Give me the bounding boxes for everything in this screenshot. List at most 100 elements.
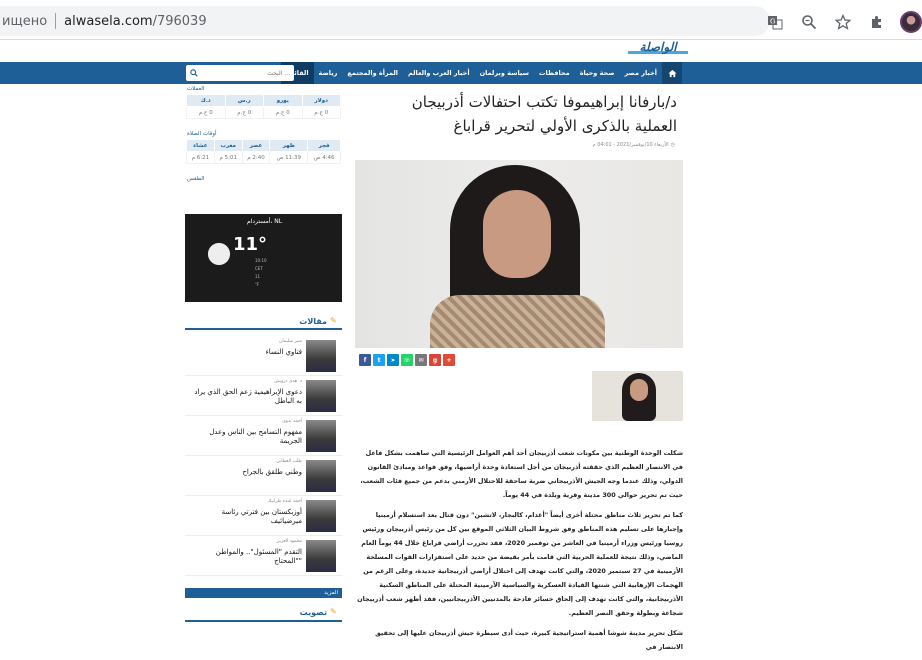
article-paragraph: كما تم تحرير ثلاث مناطق محتلة أخرى أيضاً… (357, 511, 683, 617)
home-icon[interactable] (662, 62, 682, 84)
list-item[interactable]: د. هدى درويش دعوى الإبراهيمية زعم الحق ا… (185, 376, 342, 416)
list-item[interactable]: منير سليمان فتاوي النساء (185, 336, 342, 376)
currency-title: العملات (187, 86, 205, 92)
telegram-icon[interactable]: ➤ (387, 354, 399, 366)
articles-header: مقالات ✎ (185, 314, 342, 330)
nav-items: أخبار مصر صحة وحياة محافظات سياسة وبرلما… (281, 62, 682, 84)
nav-politics[interactable]: سياسة وبرلمان (475, 62, 534, 84)
currency-value: 0 ج.م (224, 106, 264, 119)
weather-detail: CET (255, 266, 263, 271)
extensions-icon[interactable] (867, 12, 887, 32)
prayer-header: فجر (307, 139, 341, 152)
article-link[interactable]: فتاوي النساء (190, 348, 302, 357)
currency-header: ر.س (224, 94, 264, 107)
prayer-time: 2:40 م (241, 151, 271, 164)
article-main: د/بارفانا إبراهيموفا تكتب احتفالات أذربي… (355, 84, 685, 651)
whatsapp-icon[interactable]: ☏ (401, 354, 413, 366)
weather-detail: 10:10 (255, 258, 267, 263)
author-photo[interactable] (306, 500, 336, 532)
author-name: أحمد بدوي (282, 419, 302, 424)
twitter-icon[interactable]: t (373, 354, 385, 366)
thumb-face (630, 379, 648, 401)
author-name: منير سليمان (279, 339, 302, 344)
list-item[interactable]: محمود العربي التقدم "المسئول".. والمواطن… (185, 536, 342, 576)
article-paragraph: شكلت الوحدة الوطنية بين مكونات شعب أذربي… (360, 449, 683, 499)
article-link[interactable]: دعوى الإبراهيمية زعم الحق الذي يراد به ا… (190, 388, 302, 406)
prayer-header: ظهر (269, 139, 309, 152)
currency-value: 0 ج.م (301, 106, 341, 119)
prayer-time: 4:46 ص (307, 151, 341, 164)
author-photo[interactable] (306, 420, 336, 452)
nav-health[interactable]: صحة وحياة (575, 62, 620, 84)
list-item[interactable]: طلب العطابي وطني طلقق بالجراح (185, 456, 342, 496)
article-link[interactable]: مفهوم التسامح بين الناس وعدل الجريمة (190, 428, 302, 446)
prayer-title: أوقات الصلاة (187, 131, 217, 137)
articles-list: منير سليمان فتاوي النساء د. هدى درويش دع… (185, 336, 342, 576)
email-icon[interactable]: ✉ (415, 354, 427, 366)
facebook-icon[interactable]: f (359, 354, 371, 366)
address-bar[interactable]: ищено alwasela.com/796039 (0, 6, 770, 36)
currency-header: يورو (263, 94, 303, 107)
list-item[interactable]: أحمد عبده طرابيك أوزبكستان بين فترتي رئا… (185, 496, 342, 536)
nav-egypt-news[interactable]: أخبار مصر (620, 62, 662, 84)
google-plus-icon[interactable]: g (429, 354, 441, 366)
main-navigation: أخبار مصر صحة وحياة محافظات سياسة وبرلما… (0, 62, 922, 84)
site-header: الواصلة (0, 40, 922, 62)
author-photo[interactable] (306, 340, 336, 372)
weather-widget[interactable]: أمستردام، NL 11° 10:10 CET 11 °F (185, 214, 342, 302)
prayer-header: مغرب (213, 139, 243, 152)
weather-title: الطقس (187, 176, 205, 182)
browser-toolbar: ищено alwasela.com/796039 G (0, 0, 922, 40)
weather-detail: °F (255, 282, 260, 287)
article-title: د/بارفانا إبراهيموفا تكتب احتفالات أذربي… (411, 93, 677, 135)
translate-icon[interactable]: G (765, 12, 785, 32)
more-button[interactable]: المزيد (185, 588, 342, 598)
article-main-photo[interactable] (355, 160, 683, 348)
zoom-icon[interactable] (799, 12, 819, 32)
url-path[interactable]: /796039 (153, 14, 207, 29)
profile-avatar[interactable] (900, 11, 922, 33)
clock-icon: ◷ (670, 142, 675, 148)
site-logo[interactable]: الواصلة (628, 40, 688, 54)
currency-table: دولار يورو ر.س د.ك 0 ج.م 0 ج.م 0 ج.م 0 ج… (186, 94, 341, 119)
sidebar: العملات دولار يورو ر.س د.ك 0 ج.م 0 ج.م 0… (185, 84, 342, 630)
url-host[interactable]: alwasela.com (64, 14, 152, 29)
plus-icon[interactable]: + (443, 354, 455, 366)
browser-actions: G (758, 10, 922, 34)
prayer-time: 6:21 م (186, 151, 215, 164)
article-meta: الأربعاء 10/نوفمبر/2021 - 04:01 م ◷ (593, 142, 675, 148)
article-link[interactable]: أوزبكستان بين فترتي رئاسة ميرضيائيف (190, 508, 302, 526)
currency-value: 0 ج.م (263, 106, 303, 119)
pencil-icon: ✎ (330, 316, 337, 325)
article-link[interactable]: التقدم "المسئول".. والمواطن "المحتاج" (190, 548, 302, 566)
vote-icon: ✎ (330, 607, 337, 616)
search-input[interactable] (202, 69, 294, 77)
photo-face (483, 190, 551, 278)
weather-detail: 11 (255, 274, 261, 279)
author-photo[interactable] (306, 460, 336, 492)
author-photo[interactable] (306, 380, 336, 412)
photo-dress (430, 295, 605, 348)
prayer-table: فجر ظهر عصر مغرب عشاء 4:46 ص 11:39 ص 2:4… (186, 139, 341, 164)
author-name: د. هدى درويش (274, 379, 302, 384)
article-inline-photo[interactable] (592, 371, 683, 421)
weather-temperature: 11° (233, 234, 268, 255)
nav-women-society[interactable]: المرأة والمجتمع (342, 62, 403, 84)
articles-title[interactable]: مقالات (299, 317, 327, 326)
security-status-label[interactable]: ищено (0, 14, 47, 29)
list-item[interactable]: أحمد بدوي مفهوم التسامح بين الناس وعدل ا… (185, 416, 342, 456)
vote-title[interactable]: تصويت (300, 608, 327, 617)
prayer-time: 5:01 م (213, 151, 243, 164)
nav-world-news[interactable]: أخبار العرب والعالم (403, 62, 475, 84)
nav-sports[interactable]: رياضة (314, 62, 343, 84)
author-photo[interactable] (306, 540, 336, 572)
prayer-header: عصر (241, 139, 271, 152)
nav-governorates[interactable]: محافظات (534, 62, 575, 84)
bookmark-star-icon[interactable] (833, 12, 853, 32)
url-divider (55, 13, 57, 29)
search-icon[interactable] (186, 65, 202, 81)
currency-header: د.ك (186, 94, 226, 107)
author-name: محمود العربي (276, 539, 302, 544)
article-paragraph: شكل تحرير مدينة شوشا أهمية استراتيجية كب… (375, 629, 683, 651)
article-link[interactable]: وطني طلقق بالجراح (190, 468, 302, 477)
